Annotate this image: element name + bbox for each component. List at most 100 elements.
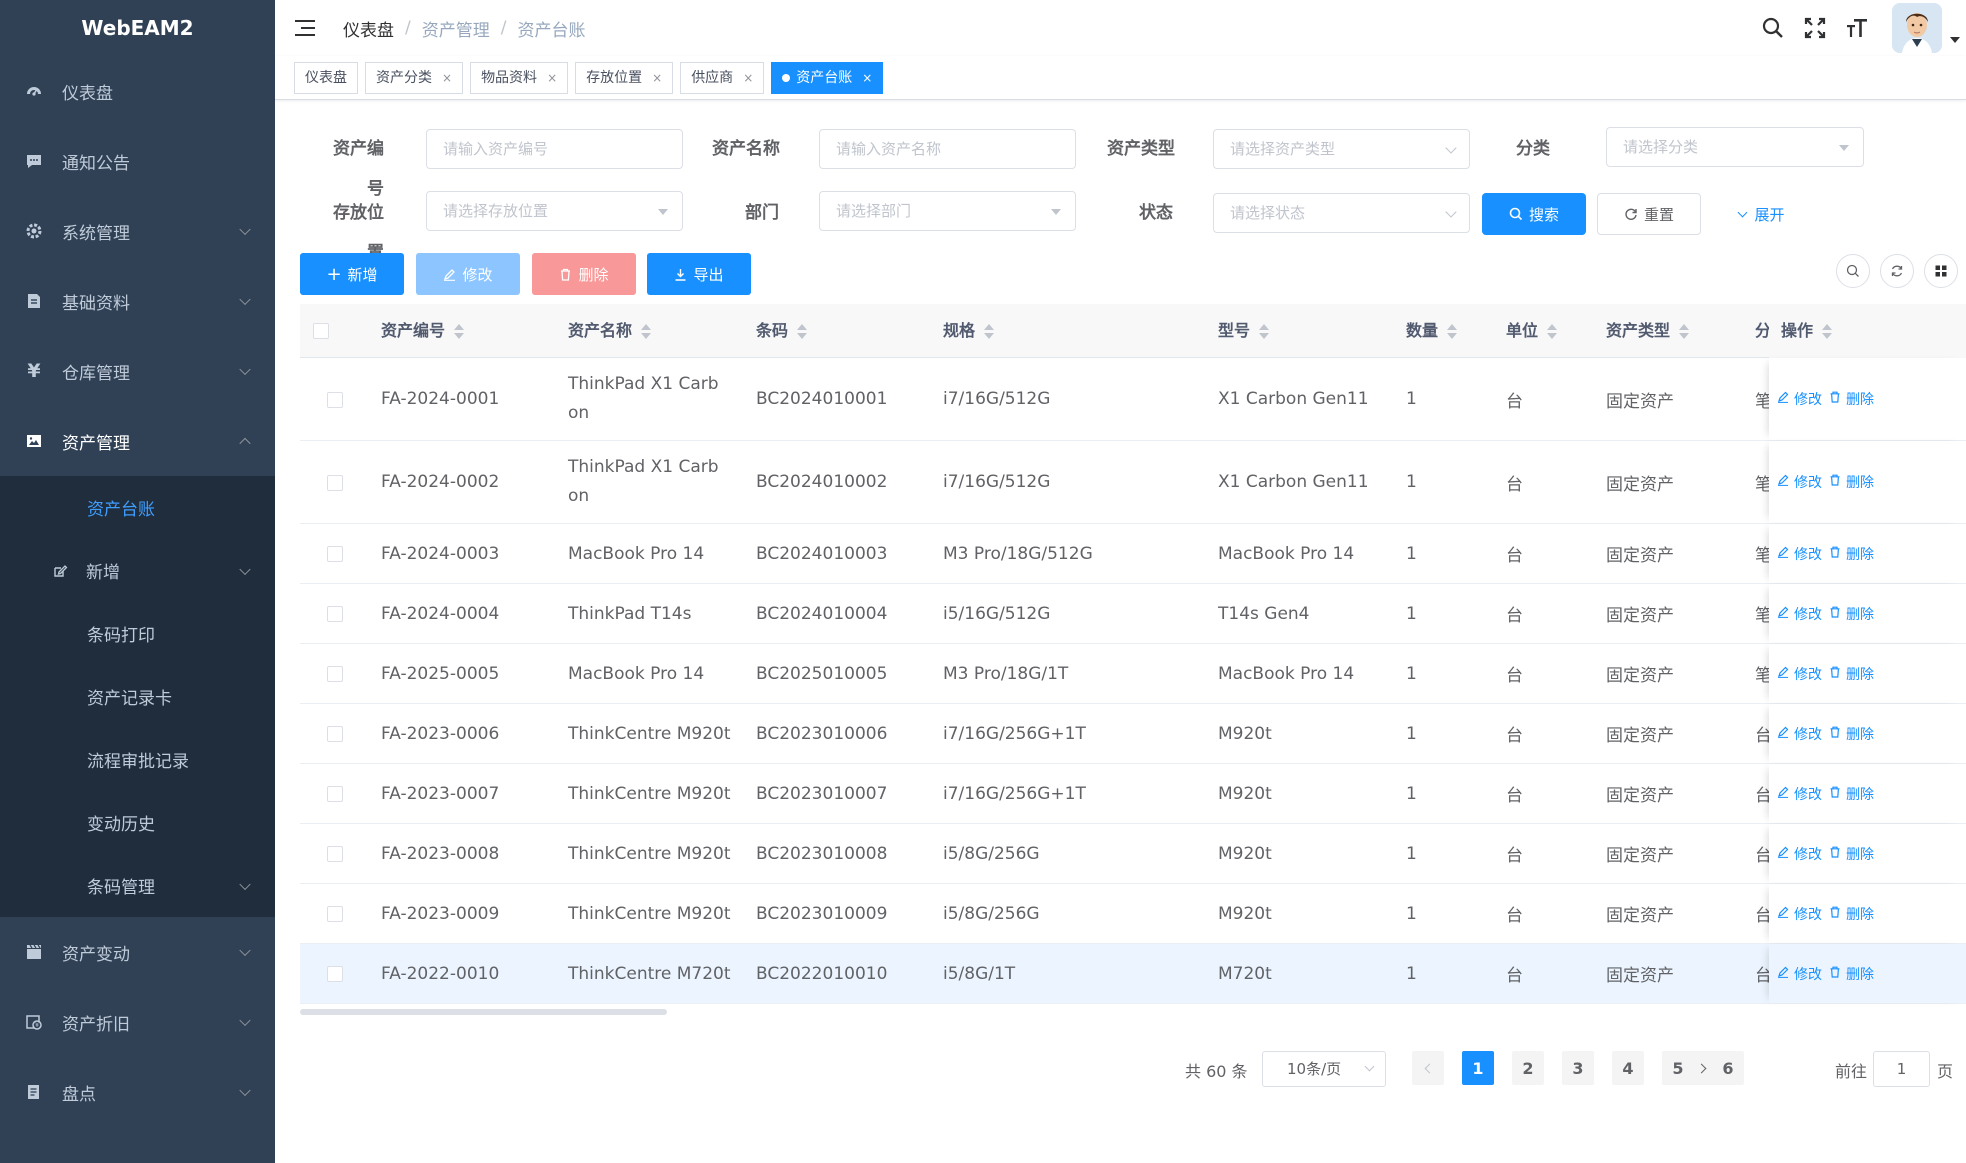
sidebar-item-warehouse[interactable]: ¥ 仓库管理	[0, 336, 275, 406]
sidebar-item-asset-management[interactable]: 资产管理	[0, 406, 275, 476]
asset-name-input[interactable]: 请输入资产名称	[819, 129, 1076, 169]
column-header-quantity[interactable]: 数量	[1406, 304, 1458, 358]
status-select[interactable]: 请选择状态	[1213, 193, 1470, 233]
table-row[interactable]: FA-2023-0007 ThinkCentre M920t BC202301000…	[300, 764, 1966, 824]
table-row[interactable]: FA-2024-0003 MacBook Pro 14 BC2024010003 M3…	[300, 524, 1966, 584]
column-header-spec[interactable]: 规格	[943, 304, 995, 358]
columns-button[interactable]	[1924, 254, 1958, 288]
row-delete-button[interactable]: 删除	[1829, 944, 1874, 1003]
next-page-button[interactable]	[1687, 1051, 1719, 1085]
column-header-barcode[interactable]: 条码	[756, 304, 808, 358]
row-checkbox[interactable]	[327, 474, 343, 491]
column-header-asset-name[interactable]: 资产名称	[568, 304, 652, 358]
asset-code-input[interactable]: 请输入资产编号	[426, 129, 683, 169]
hamburger-menu-icon[interactable]	[295, 19, 317, 37]
page-number-button[interactable]: 3	[1562, 1051, 1594, 1085]
row-edit-button[interactable]: 修改	[1777, 704, 1822, 763]
edit-button[interactable]: 修改	[416, 253, 520, 295]
row-checkbox[interactable]	[327, 786, 343, 802]
close-icon[interactable]: ×	[547, 63, 557, 93]
table-row[interactable]: FA-2025-0005 MacBook Pro 14 BC2025010005 M3…	[300, 644, 1966, 704]
page-number-button[interactable]: 2	[1512, 1051, 1544, 1085]
row-edit-button[interactable]: 修改	[1777, 764, 1822, 823]
sidebar-subitem-approval-records[interactable]: 流程审批记录	[0, 728, 275, 791]
breadcrumb-item[interactable]: 仪表盘	[343, 16, 394, 41]
department-select[interactable]: 请选择部门	[819, 191, 1076, 231]
tag-supplier[interactable]: 供应商 ×	[680, 61, 765, 94]
table-row[interactable]: FA-2023-0008 ThinkCentre M920t BC202301000…	[300, 824, 1966, 884]
page-number-button[interactable]: 4	[1612, 1051, 1644, 1085]
row-delete-button[interactable]: 删除	[1829, 584, 1874, 643]
expand-toggle[interactable]: 展开	[1732, 193, 1792, 235]
row-checkbox[interactable]	[327, 546, 343, 562]
reset-button[interactable]: 重置	[1597, 193, 1701, 235]
sidebar-item-basic-data[interactable]: 基础资料	[0, 266, 275, 336]
tag-asset-ledger[interactable]: 资产台账 ×	[771, 61, 884, 94]
delete-button[interactable]: 删除	[532, 253, 636, 295]
row-edit-button[interactable]: 修改	[1777, 524, 1822, 583]
close-icon[interactable]: ×	[442, 63, 452, 93]
sidebar-item-dashboard[interactable]: 仪表盘	[0, 56, 275, 126]
tag-asset-category[interactable]: 资产分类 ×	[365, 61, 464, 94]
prev-page-button[interactable]	[1412, 1051, 1444, 1085]
sidebar-subitem-asset-record-card[interactable]: 资产记录卡	[0, 665, 275, 728]
close-icon[interactable]: ×	[743, 63, 753, 93]
row-delete-button[interactable]: 删除	[1829, 644, 1874, 703]
sidebar-item-asset-change[interactable]: 资产变动	[0, 917, 275, 987]
font-size-icon[interactable]	[1844, 15, 1870, 41]
fullscreen-icon[interactable]	[1802, 15, 1828, 41]
column-header-unit[interactable]: 单位	[1506, 304, 1558, 358]
row-delete-button[interactable]: 删除	[1829, 358, 1874, 440]
add-button[interactable]: + 新增	[300, 253, 404, 295]
tag-storage-location[interactable]: 存放位置 ×	[575, 61, 674, 94]
row-delete-button[interactable]: 删除	[1829, 704, 1874, 763]
row-checkbox[interactable]	[327, 606, 343, 622]
row-delete-button[interactable]: 删除	[1829, 524, 1874, 583]
row-edit-button[interactable]: 修改	[1777, 441, 1822, 523]
row-edit-button[interactable]: 修改	[1777, 944, 1822, 1003]
row-checkbox[interactable]	[327, 966, 343, 982]
sidebar-item-inventory[interactable]: 盘点	[0, 1057, 275, 1127]
sidebar-subitem-add[interactable]: 新增	[0, 539, 275, 602]
select-all-checkbox[interactable]	[313, 323, 329, 339]
sidebar-subitem-barcode-print[interactable]: 条码打印	[0, 602, 275, 665]
row-checkbox[interactable]	[327, 391, 343, 408]
app-logo-title[interactable]: WebEAM2	[0, 0, 275, 56]
column-header-asset-type[interactable]: 资产类型	[1606, 304, 1690, 358]
row-delete-button[interactable]: 删除	[1829, 764, 1874, 823]
tag-dashboard[interactable]: 仪表盘	[294, 61, 358, 94]
table-row[interactable]: FA-2024-0002 ThinkPad X1 Carbon BC20240100…	[300, 441, 1966, 524]
jump-page-input[interactable]: 1	[1873, 1051, 1930, 1087]
row-edit-button[interactable]: 修改	[1777, 824, 1822, 883]
column-header-model[interactable]: 型号	[1218, 304, 1270, 358]
close-icon[interactable]: ×	[652, 63, 662, 93]
sidebar-item-system[interactable]: 系统管理	[0, 196, 275, 266]
row-edit-button[interactable]: 修改	[1777, 884, 1822, 943]
row-delete-button[interactable]: 删除	[1829, 824, 1874, 883]
toggle-search-button[interactable]	[1836, 254, 1870, 288]
row-delete-button[interactable]: 删除	[1829, 441, 1874, 523]
row-checkbox[interactable]	[327, 726, 343, 742]
page-size-select[interactable]: 10条/页	[1262, 1051, 1386, 1087]
sidebar-subitem-asset-ledger[interactable]: 资产台账	[0, 476, 275, 539]
table-row[interactable]: FA-2024-0001 ThinkPad X1 Carbon BC20240100…	[300, 358, 1966, 441]
table-horizontal-scrollbar[interactable]	[300, 1008, 1966, 1016]
row-edit-button[interactable]: 修改	[1777, 584, 1822, 643]
table-row[interactable]: FA-2023-0009 ThinkCentre M920t BC202301000…	[300, 884, 1966, 944]
export-button[interactable]: 导出	[647, 253, 751, 295]
sidebar-item-notice[interactable]: 通知公告	[0, 126, 275, 196]
table-row[interactable]: FA-2023-0006 ThinkCentre M920t BC202301000…	[300, 704, 1966, 764]
user-avatar[interactable]	[1892, 3, 1942, 53]
search-button[interactable]: 搜索	[1482, 193, 1586, 235]
sidebar-item-depreciation[interactable]: ¥ 资产折旧	[0, 987, 275, 1057]
scrollbar-thumb[interactable]	[300, 1009, 667, 1015]
search-icon[interactable]	[1760, 15, 1786, 41]
sidebar-subitem-barcode-management[interactable]: 条码管理	[0, 854, 275, 917]
refresh-button[interactable]	[1880, 254, 1914, 288]
sidebar-subitem-change-history[interactable]: 变动历史	[0, 791, 275, 854]
row-delete-button[interactable]: 删除	[1829, 884, 1874, 943]
location-select[interactable]: 请选择存放位置	[426, 191, 683, 231]
row-checkbox[interactable]	[327, 846, 343, 862]
row-checkbox[interactable]	[327, 906, 343, 922]
table-row[interactable]: FA-2022-0010 ThinkCentre M720t BC202201001…	[300, 944, 1966, 1004]
